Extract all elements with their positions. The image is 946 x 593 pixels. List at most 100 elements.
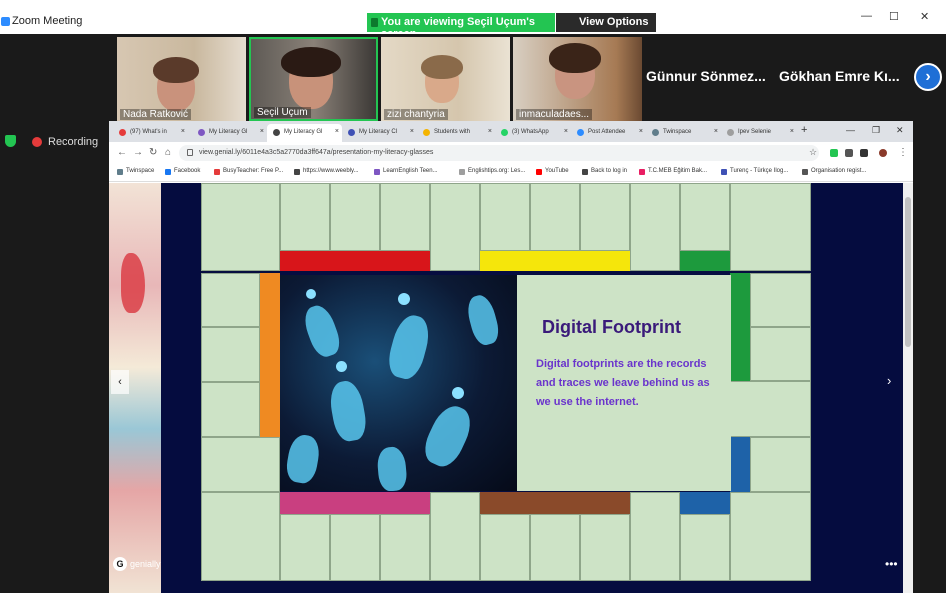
board-cell [730,381,811,437]
browser-tab[interactable]: My Literacy Cl × [342,124,417,142]
extension-icon[interactable] [845,149,853,157]
board-cell [750,327,811,381]
bookmark-item[interactable]: LearnEnglish Teen... [374,168,438,175]
blue-color-bar [680,492,730,514]
bookmark-item[interactable]: Back to log in [582,168,627,175]
tab-favicon-icon [577,129,584,136]
board-cell [530,514,580,581]
tab-favicon-icon [119,129,126,136]
window-title: Zoom Meeting [12,15,83,27]
extension-icon[interactable] [860,149,868,157]
browser-tab[interactable]: (3) WhatsApp × [495,124,571,142]
browser-tab[interactable]: My Literacy Gl × [192,124,267,142]
bookmark-item[interactable]: https://www.weebly... [294,168,359,175]
green-color-bar [680,251,730,271]
browser-menu-icon[interactable]: ⋮ [898,147,908,158]
participant-tile[interactable]: zizi chantyria [381,37,510,121]
maximize-button[interactable]: ☐ [889,10,899,23]
previous-slide-button[interactable]: ‹ [111,370,129,394]
board-cell [480,514,530,581]
footprint-toe-icon [452,387,464,399]
page-scrollbar[interactable] [903,183,913,593]
more-options-icon[interactable]: ••• [885,557,898,571]
participant-tile[interactable]: Nada Ratković [117,37,246,121]
tab-close-icon[interactable]: × [790,128,794,135]
participant-name-tile[interactable]: Gökhan Emre Kı... [779,68,900,84]
tab-close-icon[interactable]: × [260,128,264,135]
green-color-bar [730,273,750,381]
board-cell [201,437,280,492]
participant-tile[interactable]: inmaculadaes... [513,37,642,121]
slide-body-text: Digital footprints are the records and t… [536,358,710,408]
new-tab-button[interactable]: + [801,124,807,136]
bookmark-star-icon[interactable]: ☆ [809,147,817,158]
footprint-icon [418,400,478,472]
security-shield-icon[interactable] [5,135,16,147]
extension-icon[interactable] [830,149,838,157]
participant-name: Nada Ratković [120,109,192,120]
board-cell [750,437,811,492]
browser-minimize-button[interactable]: — [846,125,855,135]
zoom-logo-icon [1,17,10,26]
bookmark-item[interactable]: T.C.MEB Eğitim Bak... [639,168,707,175]
board-cell [430,492,480,581]
bookmark-item[interactable]: Turenç - Türkçe Ilog... [721,168,788,175]
browser-close-button[interactable]: ✕ [896,125,904,136]
browser-tab[interactable]: My Literacy Gl × [267,124,342,142]
browser-tab[interactable]: Twinspace × [646,124,721,142]
board-cell [280,514,330,581]
back-arrow-icon[interactable]: ← [117,147,127,158]
participant-name-tile[interactable]: Günnur Sönmez... [646,68,766,84]
genially-logo-icon[interactable]: G [113,557,127,571]
footprint-toe-icon [398,293,410,305]
board-cell [680,183,730,251]
screen-share-banner: You are viewing Seçil Uçum's screen [367,13,555,40]
bookmark-item[interactable]: Twinspace [117,168,154,175]
tab-favicon-icon [423,129,430,136]
close-button[interactable]: ✕ [920,10,929,23]
tab-close-icon[interactable]: × [488,128,492,135]
tab-favicon-icon [198,129,205,136]
bookmark-item[interactable]: BusyTeacher: Free P... [214,168,283,175]
tab-close-icon[interactable]: × [181,128,185,135]
brown-color-bar [480,492,630,514]
footprint-toe-icon [336,361,347,372]
profile-avatar[interactable] [879,149,887,157]
browser-maximize-button[interactable]: ❐ [872,125,880,136]
browser-tab[interactable]: Ipev Selenie × [721,124,797,142]
bookmark-item[interactable]: Englishtips.org: Les... [459,168,525,175]
browser-tab[interactable]: (97) What's in × [113,124,188,142]
tab-close-icon[interactable]: × [410,128,414,135]
orange-color-bar [260,273,280,437]
scrollbar-thumb[interactable] [905,197,911,347]
board-cell [201,382,260,437]
next-slide-button[interactable]: › [887,373,891,388]
participant-name: Seçil Uçum [254,107,311,118]
tab-close-icon[interactable]: × [335,128,339,135]
browser-tab[interactable]: Post Attendee × [571,124,646,142]
reload-icon[interactable]: ↻ [149,147,157,158]
participant-tile[interactable]: Seçil Uçum [249,37,378,121]
bookmark-item[interactable]: Facebook [165,168,200,175]
board-cell [330,183,380,251]
genially-brand: genially [130,559,161,569]
slide-text-card: Digital Footprint Digital footprints are… [517,275,731,491]
tab-close-icon[interactable]: × [714,128,718,135]
tab-close-icon[interactable]: × [564,128,568,135]
browser-tab[interactable]: Students with × [417,124,495,142]
shared-browser-window: (97) What's in × My Literacy Gl × My Liter… [109,121,913,593]
forward-arrow-icon[interactable]: → [133,147,143,158]
minimize-button[interactable]: — [861,10,872,22]
tab-close-icon[interactable]: × [639,128,643,135]
bookmark-item[interactable]: Organisation regist... [802,168,866,175]
home-icon[interactable]: ⌂ [165,147,171,158]
bookmark-item[interactable]: YouTube [536,168,569,175]
participant-name: zizi chantyria [384,109,448,120]
next-participants-arrow-icon[interactable]: › [914,63,942,91]
address-bar[interactable]: view.genial.ly/6011e4a3c5a2770da3ff647a/… [179,145,819,161]
board-cell [201,492,280,581]
view-options-button[interactable]: View Options ▾ [556,13,656,41]
board-cell [630,492,680,581]
board-cell [380,183,430,251]
board-cell [630,183,680,271]
